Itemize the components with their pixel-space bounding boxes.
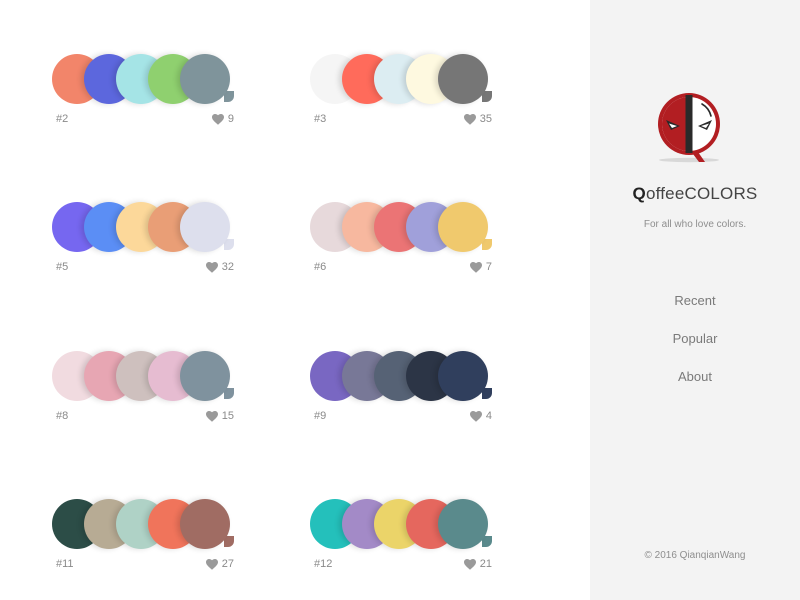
palette-card[interactable]: #6 7 <box>310 200 500 280</box>
like-button[interactable]: 7 <box>469 261 492 273</box>
palette-swatches[interactable] <box>310 52 500 108</box>
heart-icon <box>463 558 476 570</box>
palette-card[interactable]: #11 27 <box>52 497 242 577</box>
like-count: 7 <box>485 261 492 273</box>
color-swatch[interactable] <box>438 499 488 549</box>
palette-grid: #2 9 #3 35 #5 32 #6 7 #8 15 #9 4 #11 27 #12 21 <box>0 0 590 600</box>
palette-meta: #2 9 <box>56 113 234 127</box>
nav-item-popular[interactable]: Popular <box>590 331 800 346</box>
like-button[interactable]: 15 <box>205 410 234 422</box>
color-swatch[interactable] <box>180 499 230 549</box>
palette-swatches[interactable] <box>52 497 242 553</box>
brand-title[interactable]: QoffeeCOLORS <box>590 184 800 204</box>
palette-id[interactable]: #12 <box>314 558 332 570</box>
palette-card[interactable]: #12 21 <box>310 497 500 577</box>
like-button[interactable]: 32 <box>205 261 234 273</box>
palette-meta: #12 21 <box>314 558 492 572</box>
palette-card[interactable]: #3 35 <box>310 52 500 132</box>
palette-meta: #11 27 <box>56 558 234 572</box>
palette-id[interactable]: #3 <box>314 113 326 125</box>
palette-card[interactable]: #8 15 <box>52 349 242 429</box>
like-button[interactable]: 9 <box>211 113 234 125</box>
like-count: 21 <box>479 558 492 570</box>
palette-meta: #9 4 <box>314 410 492 424</box>
palette-id[interactable]: #9 <box>314 410 326 422</box>
palette-id[interactable]: #6 <box>314 261 326 273</box>
like-button[interactable]: 4 <box>469 410 492 422</box>
like-count: 15 <box>221 410 234 422</box>
like-count: 32 <box>221 261 234 273</box>
footer-copyright: © 2016 QianqianWang <box>644 550 746 561</box>
palette-meta: #5 32 <box>56 261 234 275</box>
color-swatch[interactable] <box>438 202 488 252</box>
palette-swatches[interactable] <box>310 200 500 256</box>
palette-swatches[interactable] <box>52 349 242 405</box>
palette-card[interactable]: #9 4 <box>310 349 500 429</box>
color-swatch[interactable] <box>438 351 488 401</box>
like-count: 35 <box>479 113 492 125</box>
palette-id[interactable]: #2 <box>56 113 68 125</box>
palette-id[interactable]: #5 <box>56 261 68 273</box>
sidebar: QoffeeCOLORS For all who love colors. Re… <box>590 0 800 600</box>
palette-id[interactable]: #8 <box>56 410 68 422</box>
palette-meta: #6 7 <box>314 261 492 275</box>
like-button[interactable]: 27 <box>205 558 234 570</box>
nav-item-about[interactable]: About <box>590 369 800 384</box>
deadpool-mask-icon[interactable] <box>653 88 725 164</box>
heart-icon <box>205 410 218 422</box>
palette-meta: #8 15 <box>56 410 234 424</box>
color-swatch[interactable] <box>180 351 230 401</box>
palette-swatches[interactable] <box>52 52 242 108</box>
brand-q: Q <box>632 184 646 203</box>
heart-icon <box>205 558 218 570</box>
nav-item-recent[interactable]: Recent <box>590 293 800 308</box>
heart-icon <box>211 113 224 125</box>
color-swatch[interactable] <box>180 202 230 252</box>
like-button[interactable]: 21 <box>463 558 492 570</box>
like-count: 27 <box>221 558 234 570</box>
color-swatch[interactable] <box>438 54 488 104</box>
like-count: 4 <box>485 410 492 422</box>
palette-swatches[interactable] <box>52 200 242 256</box>
brand-rest: offeeCOLORS <box>645 184 758 203</box>
palette-id[interactable]: #11 <box>56 558 74 570</box>
heart-icon <box>469 410 482 422</box>
like-button[interactable]: 35 <box>463 113 492 125</box>
heart-icon <box>463 113 476 125</box>
heart-icon <box>205 261 218 273</box>
palette-card[interactable]: #5 32 <box>52 200 242 280</box>
palette-meta: #3 35 <box>314 113 492 127</box>
palette-swatches[interactable] <box>310 497 500 553</box>
palette-swatches[interactable] <box>310 349 500 405</box>
palette-card[interactable]: #2 9 <box>52 52 242 132</box>
like-count: 9 <box>227 113 234 125</box>
heart-icon <box>469 261 482 273</box>
color-swatch[interactable] <box>180 54 230 104</box>
tagline: For all who love colors. <box>643 219 747 230</box>
